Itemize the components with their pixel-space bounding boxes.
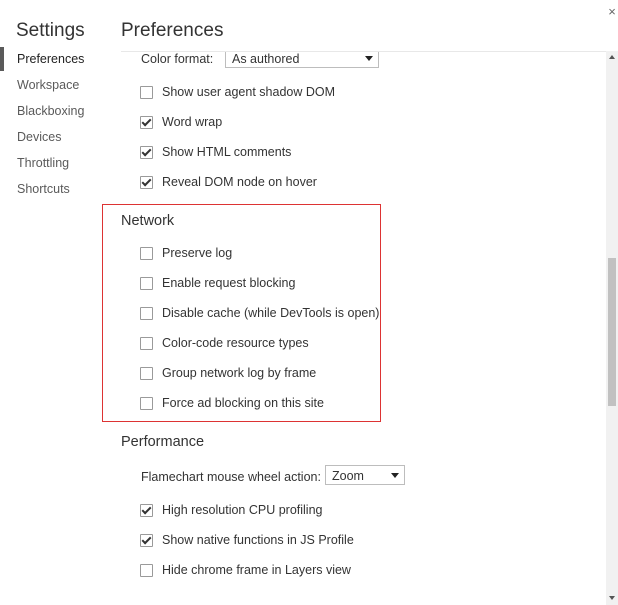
option-label: Word wrap [162,115,223,129]
option-reveal-dom-node-on-hover[interactable]: Reveal DOM node on hover [140,172,317,192]
option-label: High resolution CPU profiling [162,503,323,517]
option-show-html-comments[interactable]: Show HTML comments [140,142,291,162]
scroll-down-icon[interactable] [609,596,615,600]
checkbox[interactable] [140,85,153,99]
settings-title: Settings [16,20,85,41]
sidebar-item-shortcuts[interactable]: Shortcuts [0,177,107,201]
performance-section-title: Performance [121,434,205,450]
option-label: Show HTML comments [162,145,292,159]
sidebar-item-workspace[interactable]: Workspace [0,73,107,97]
network-highlight-box [102,204,381,422]
color-format-value: As authored [232,52,300,66]
scroll-up-icon[interactable] [609,55,615,59]
checkbox[interactable] [140,503,153,517]
option-label: Reveal DOM node on hover [162,175,317,189]
chevron-down-icon [365,56,373,61]
option-high-resolution-cpu-profiling[interactable]: High resolution CPU profiling [140,500,323,520]
option-label: Show user agent shadow DOM [162,85,336,99]
chevron-down-icon [391,473,399,478]
page-title: Preferences [121,20,224,41]
sidebar-item-preferences[interactable]: Preferences [0,47,107,71]
sidebar-item-throttling[interactable]: Throttling [0,151,107,175]
color-format-label: Color format: [141,52,214,66]
color-format-select[interactable]: As authored [225,52,379,68]
scrollbar-thumb[interactable] [608,258,616,406]
flamechart-value: Zoom [332,469,364,483]
sidebar-item-blackboxing[interactable]: Blackboxing [0,99,107,123]
sidebar-item-devices[interactable]: Devices [0,125,107,149]
checkbox[interactable] [140,563,153,577]
option-label: Hide chrome frame in Layers view [162,563,351,577]
checkbox[interactable] [140,145,153,159]
option-word-wrap[interactable]: Word wrap [140,112,222,132]
settings-sidebar: Settings Preferences Workspace Blackboxi… [0,0,104,605]
option-show-native-functions[interactable]: Show native functions in JS Profile [140,530,354,550]
checkbox[interactable] [140,115,153,129]
flamechart-select[interactable]: Zoom [325,465,405,485]
checkbox[interactable] [140,175,153,189]
option-label: Show native functions in JS Profile [162,533,354,547]
checkbox[interactable] [140,533,153,547]
flamechart-label: Flamechart mouse wheel action: [141,470,321,484]
close-icon[interactable]: × [606,5,618,18]
option-hide-chrome-frame[interactable]: Hide chrome frame in Layers view [140,560,351,580]
option-show-user-agent-shadow-dom[interactable]: Show user agent shadow DOM [140,82,335,102]
